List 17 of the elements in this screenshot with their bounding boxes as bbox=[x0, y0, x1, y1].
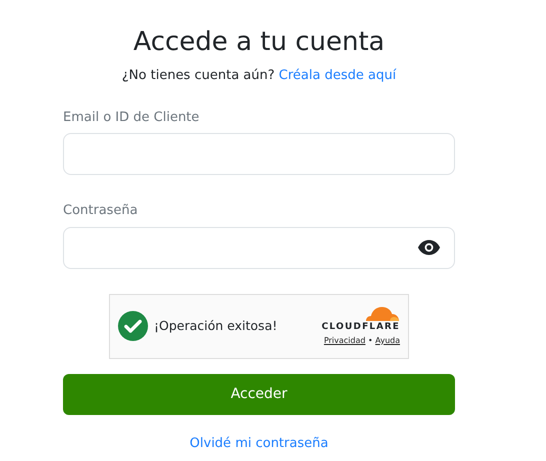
cloud-icon bbox=[364, 305, 400, 322]
password-field[interactable] bbox=[63, 226, 455, 268]
email-field[interactable] bbox=[63, 133, 455, 175]
field-label: Contraseña bbox=[63, 202, 138, 220]
forgot-password-link[interactable]: Olvidé mi contraseña bbox=[190, 436, 328, 450]
captcha-message: ¡Operación exitosa! bbox=[154, 316, 278, 335]
signup-prompt: ¿No tienes cuenta aún? bbox=[122, 68, 275, 83]
signup-link[interactable]: Créala desde aquí bbox=[278, 68, 396, 83]
page-title: Accede a tu cuenta bbox=[132, 26, 386, 59]
check-icon[interactable] bbox=[118, 311, 148, 341]
login-button[interactable]: Acceder bbox=[63, 374, 455, 414]
eye-icon[interactable] bbox=[418, 240, 440, 255]
privacy-link[interactable]: Privacidad bbox=[324, 336, 366, 345]
link-separator: • bbox=[368, 336, 373, 345]
field-label: Email o ID de Cliente bbox=[63, 108, 200, 126]
cloudflare-logo: CLOUDFLARE bbox=[322, 321, 400, 334]
help-link[interactable]: Ayuda bbox=[375, 336, 400, 345]
